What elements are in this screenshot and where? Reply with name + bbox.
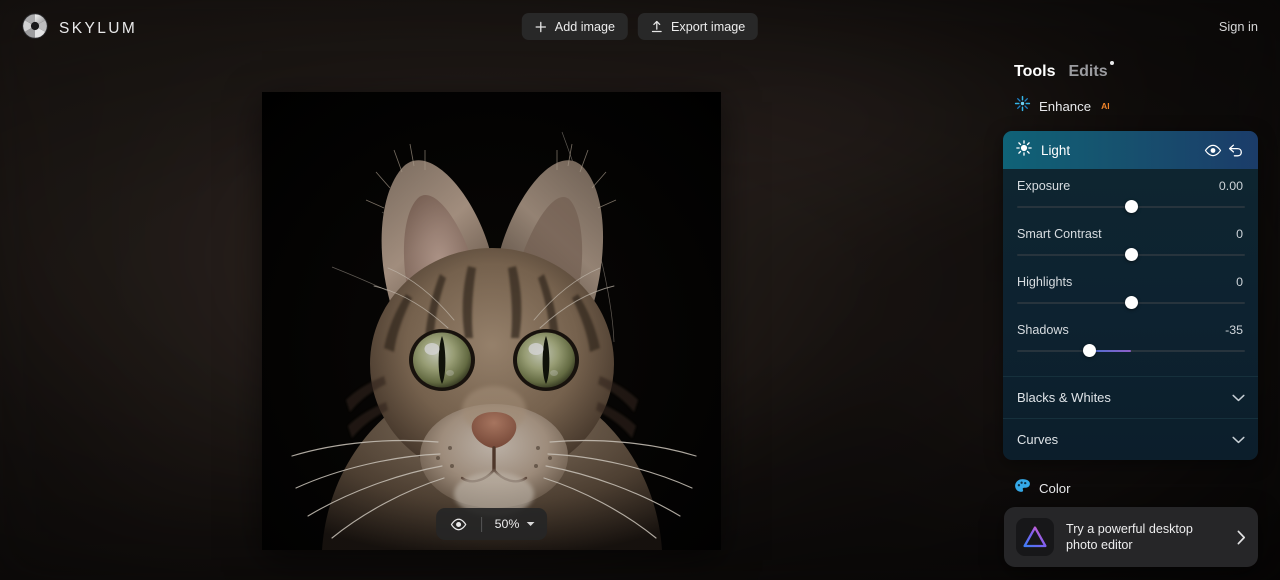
light-reset-undo-icon[interactable] [1224, 139, 1246, 161]
zoom-level-value[interactable]: 50% [487, 517, 527, 531]
tab-tools[interactable]: Tools [1014, 63, 1055, 81]
top-actions: Add image Export image [521, 13, 759, 40]
slider-shadows-knob[interactable] [1083, 344, 1097, 357]
subsection-blacks-and-whites[interactable]: Blacks & Whites [1003, 376, 1258, 418]
light-tool-card: Light Exposure 0.00 Smart Contrast 0 Hig… [1003, 131, 1258, 460]
brand-logo[interactable]: SKYLUM [22, 13, 137, 44]
slider-exposure-knob[interactable] [1124, 200, 1138, 213]
slider-shadows: Shadows -35 [1016, 323, 1246, 360]
sign-in-link[interactable]: Sign in [1219, 19, 1258, 34]
slider-smart-contrast: Smart Contrast 0 [1016, 227, 1246, 264]
brand-name: SKYLUM [59, 19, 138, 37]
top-header: SKYLUM Add image Export image Sign in [0, 0, 1280, 52]
app-root: SKYLUM Add image Export image Sign in 50… [0, 0, 1280, 580]
zoom-control[interactable]: 50% [435, 508, 548, 540]
slider-shadows-track[interactable] [1016, 342, 1246, 360]
edits-badge-dot [1109, 61, 1114, 65]
eye-icon[interactable] [442, 509, 476, 539]
tool-item-color[interactable]: Color [1000, 460, 1258, 499]
slider-exposure-value: 0.00 [1218, 179, 1243, 193]
track-line [1017, 350, 1245, 352]
enhance-ai-badge: AI [1101, 101, 1110, 111]
zoom-divider [480, 516, 482, 532]
slider-highlights-label: Highlights [1017, 275, 1073, 289]
chevron-down-icon [1232, 389, 1245, 407]
upload-icon [651, 20, 663, 33]
promo-text: Try a powerful desktop photo editor [1066, 522, 1193, 552]
slider-highlights-knob[interactable] [1124, 296, 1138, 309]
luminar-triangle-icon [1016, 518, 1054, 556]
desktop-editor-promo-banner[interactable]: Try a powerful desktop photo editor [1004, 507, 1258, 567]
slider-exposure-label: Exposure [1017, 179, 1071, 193]
light-tool-header[interactable]: Light [1003, 131, 1258, 169]
slider-smart-contrast-label: Smart Contrast [1017, 227, 1102, 241]
aperture-icon [22, 13, 48, 44]
slider-highlights-value: 0 [1236, 275, 1243, 289]
slider-shadows-label: Shadows [1017, 323, 1069, 337]
light-tool-title: Light [1041, 142, 1071, 158]
light-visibility-eye-icon[interactable] [1202, 139, 1224, 161]
edited-photo [262, 92, 721, 550]
slider-exposure-track[interactable] [1016, 198, 1246, 216]
image-canvas[interactable]: 50% [262, 92, 721, 550]
tools-panel: Tools Edits Enhance AI Light Exposure 0.… [1000, 52, 1280, 580]
add-image-label: Add image [554, 19, 616, 34]
tab-edits-label: Edits [1068, 63, 1108, 80]
panel-tabs: Tools Edits [1000, 52, 1258, 81]
slider-highlights: Highlights 0 [1016, 275, 1246, 312]
chevron-down-icon [1232, 431, 1245, 449]
color-label: Color [1039, 481, 1071, 496]
add-image-button[interactable]: Add image [521, 13, 629, 40]
subsection-blacks-and-whites-label: Blacks & Whites [1017, 390, 1111, 405]
chevron-right-icon[interactable] [1237, 530, 1246, 545]
subsection-curves-label: Curves [1017, 432, 1059, 447]
enhance-label: Enhance [1039, 98, 1092, 114]
plus-icon [535, 21, 547, 33]
slider-exposure: Exposure 0.00 [1016, 179, 1246, 216]
slider-highlights-track[interactable] [1016, 294, 1246, 312]
export-image-label: Export image [671, 19, 746, 34]
export-image-button[interactable]: Export image [638, 13, 759, 40]
tab-edits[interactable]: Edits [1068, 61, 1114, 81]
slider-smart-contrast-track[interactable] [1016, 246, 1246, 264]
tool-item-enhance[interactable]: Enhance AI [1000, 81, 1258, 117]
tab-tools-label: Tools [1014, 63, 1056, 80]
cat-photo-illustration [262, 92, 721, 550]
light-sliders: Exposure 0.00 Smart Contrast 0 Highlight… [1003, 169, 1258, 376]
caret-down-icon[interactable] [526, 521, 535, 527]
palette-icon [1014, 478, 1031, 499]
subsection-curves[interactable]: Curves [1003, 418, 1258, 460]
sparkle-icon [1014, 95, 1031, 117]
sun-icon [1016, 139, 1032, 161]
slider-smart-contrast-value: 0 [1236, 227, 1243, 241]
slider-smart-contrast-knob[interactable] [1124, 248, 1138, 261]
slider-shadows-value: -35 [1225, 323, 1243, 337]
